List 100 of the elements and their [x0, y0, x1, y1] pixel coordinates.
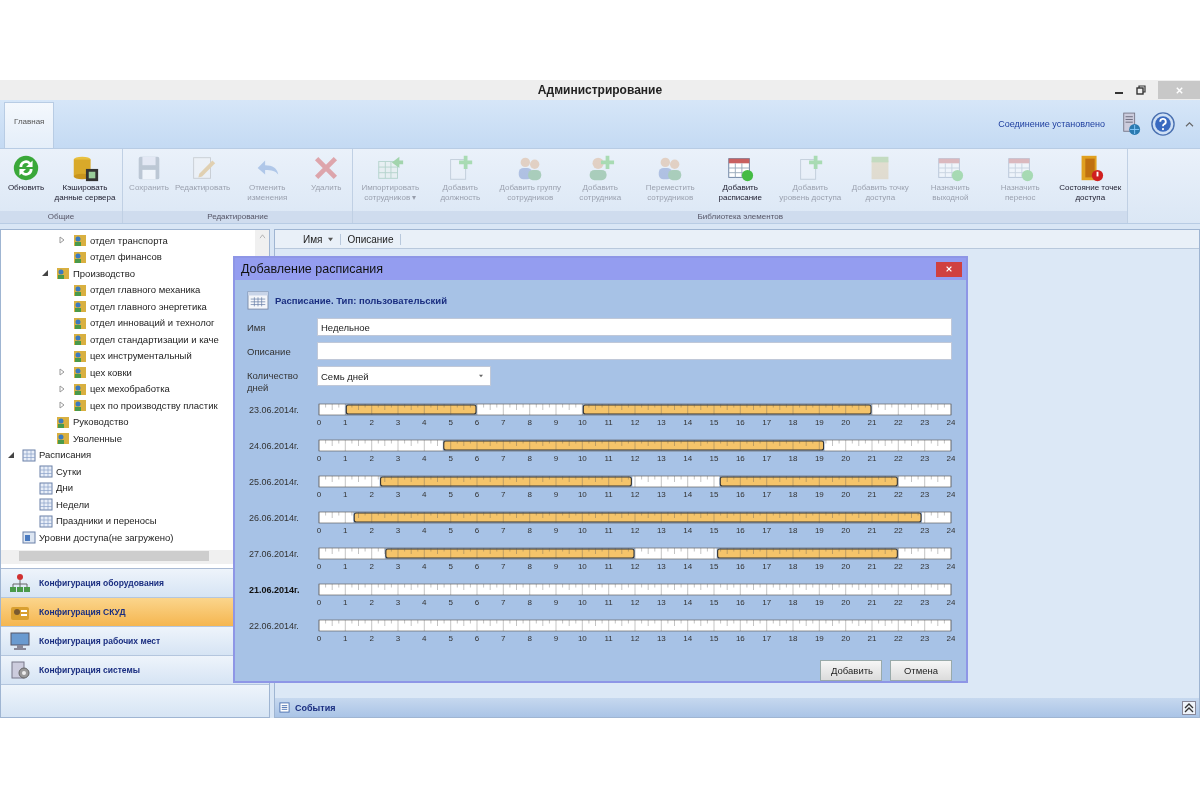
hour-label: 18 — [788, 418, 798, 427]
hour-label: 20 — [841, 634, 851, 643]
hour-label: 4 — [422, 634, 427, 643]
hour-label: 21 — [867, 454, 877, 463]
hour-label: 9 — [553, 634, 559, 643]
hour-label: 17 — [762, 562, 772, 571]
hour-label: 1 — [343, 634, 348, 643]
hour-label: 2 — [369, 490, 374, 499]
hour-label: 13 — [656, 418, 666, 427]
hour-label: 15 — [709, 526, 719, 535]
hour-label: 17 — [762, 454, 772, 463]
hour-label: 9 — [553, 418, 559, 427]
date-label: 25.06.2014г. — [249, 477, 299, 487]
hour-label: 6 — [474, 562, 480, 571]
hour-label: 17 — [762, 598, 772, 607]
hour-label: 5 — [448, 598, 453, 607]
hour-label: 11 — [604, 454, 613, 463]
hour-label: 24 — [946, 598, 955, 607]
hour-label: 6 — [474, 526, 480, 535]
hour-label: 0 — [316, 490, 322, 499]
hour-label: 20 — [841, 526, 851, 535]
hour-label: 18 — [788, 526, 798, 535]
hour-label: 19 — [814, 562, 824, 571]
field-label: Количество дней — [247, 369, 300, 394]
hour-label: 11 — [604, 598, 613, 607]
hour-label: 6 — [474, 454, 480, 463]
hour-label: 4 — [422, 418, 427, 427]
date-label: 27.06.2014г. — [249, 549, 299, 559]
hour-label: 18 — [788, 634, 798, 643]
hour-label: 0 — [316, 418, 322, 427]
hour-label: 7 — [501, 562, 506, 571]
hour-label: 15 — [709, 598, 719, 607]
hour-label: 3 — [395, 454, 401, 463]
hour-label: 23 — [920, 598, 930, 607]
hour-label: 10 — [577, 598, 587, 607]
date-label: 26.06.2014г. — [249, 513, 299, 523]
hour-label: 24 — [946, 454, 955, 463]
hour-label: 18 — [788, 454, 798, 463]
hour-label: 15 — [709, 562, 719, 571]
group-label: Редактирование — [123, 211, 353, 223]
date-label: 23.06.2014г. — [249, 405, 299, 415]
hour-label: 14 — [683, 418, 693, 427]
hour-label: 17 — [762, 418, 772, 427]
hour-label: 7 — [501, 526, 506, 535]
hour-label: 9 — [553, 562, 559, 571]
hour-label: 16 — [735, 418, 745, 427]
hour-label: 12 — [630, 490, 640, 499]
hour-label: 12 — [630, 598, 640, 607]
hour-label: 1 — [343, 562, 348, 571]
hour-label: 20 — [841, 454, 851, 463]
hour-label: 19 — [814, 490, 824, 499]
hour-label: 24 — [946, 490, 955, 499]
hour-label: 19 — [814, 634, 824, 643]
hour-label: 8 — [527, 598, 532, 607]
hour-label: 0 — [316, 454, 322, 463]
hour-label: 16 — [735, 454, 745, 463]
hour-label: 5 — [448, 454, 453, 463]
hour-label: 23 — [920, 634, 930, 643]
dialog-heading: Расписание. Тип: пользовательский — [275, 294, 447, 306]
field-label: Описание — [247, 345, 292, 358]
hour-label: 19 — [814, 526, 824, 535]
hour-label: 13 — [656, 562, 666, 571]
hour-label: 23 — [920, 418, 930, 427]
hour-label: 17 — [762, 490, 772, 499]
hour-label: 15 — [709, 634, 719, 643]
hour-label: 13 — [656, 634, 666, 643]
hour-label: 20 — [841, 418, 851, 427]
hour-label: 11 — [604, 562, 613, 571]
hour-label: 14 — [683, 562, 693, 571]
hour-label: 22 — [893, 454, 903, 463]
hour-label: 2 — [369, 526, 374, 535]
hour-label: 1 — [343, 526, 348, 535]
hour-label: 19 — [814, 454, 824, 463]
hour-label: 8 — [527, 526, 532, 535]
hour-label: 11 — [604, 526, 613, 535]
hour-label: 18 — [788, 490, 798, 499]
hour-label: 14 — [683, 598, 693, 607]
hour-label: 15 — [709, 454, 719, 463]
hour-label: 3 — [395, 634, 401, 643]
hour-label: 22 — [893, 526, 903, 535]
hour-label: 22 — [893, 490, 903, 499]
hour-label: 16 — [735, 526, 745, 535]
hour-label: 22 — [893, 634, 903, 643]
hour-label: 2 — [369, 418, 374, 427]
hour-label: 16 — [735, 634, 745, 643]
hour-label: 23 — [920, 490, 930, 499]
hour-label: 23 — [920, 526, 930, 535]
hour-label: 16 — [735, 490, 745, 499]
hour-label: 23 — [920, 454, 930, 463]
hour-label: 3 — [395, 490, 401, 499]
hour-label: 11 — [604, 418, 613, 427]
hour-label: 7 — [501, 418, 506, 427]
hour-label: 16 — [735, 598, 745, 607]
hour-label: 3 — [395, 526, 401, 535]
hour-label: 5 — [448, 634, 453, 643]
hour-label: 5 — [448, 418, 453, 427]
hour-label: 22 — [893, 562, 903, 571]
hour-label: 15 — [709, 490, 719, 499]
hour-label: 17 — [762, 634, 772, 643]
hour-label: 13 — [656, 454, 666, 463]
